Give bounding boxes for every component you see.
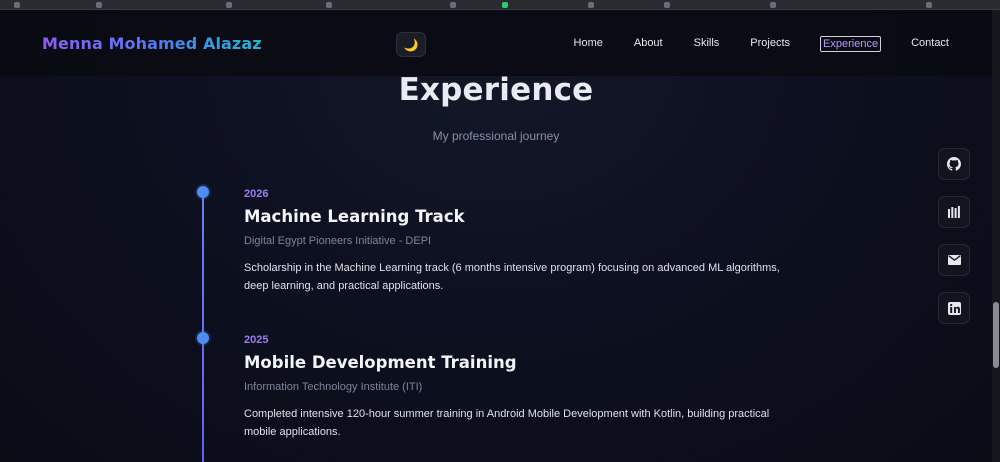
tab-favicon-icon bbox=[226, 2, 232, 8]
timeline-dot bbox=[197, 186, 209, 198]
experience-organization: Digital Egypt Pioneers Initiative - DEPI bbox=[244, 235, 432, 247]
moon-icon: 🌙 bbox=[403, 37, 419, 52]
tab-favicon-icon bbox=[926, 2, 932, 8]
scrollbar-thumb[interactable] bbox=[993, 302, 999, 368]
portfolio-page: Menna Mohamed Alazaz 🌙 Home About Skills… bbox=[0, 10, 992, 462]
tab-favicon-icon bbox=[664, 2, 670, 8]
experience-year: 2025 bbox=[244, 334, 269, 346]
kaggle-link[interactable] bbox=[938, 196, 970, 228]
kaggle-icon bbox=[948, 206, 960, 218]
experience-item: 2025 Mobile Development Training Informa… bbox=[244, 334, 784, 441]
tab-favicon-icon bbox=[14, 2, 20, 8]
nav-link-skills[interactable]: Skills bbox=[693, 36, 721, 52]
experience-year: 2026 bbox=[244, 188, 269, 200]
linkedin-icon bbox=[947, 301, 961, 315]
tab-favicon-icon bbox=[770, 2, 776, 8]
experience-description: Completed intensive 120-hour summer trai… bbox=[244, 408, 770, 438]
timeline-dot bbox=[197, 332, 209, 344]
nav-link-contact[interactable]: Contact bbox=[910, 36, 950, 52]
experience-item: 2026 Machine Learning Track Digital Egyp… bbox=[244, 188, 784, 295]
tab-favicon-icon bbox=[588, 2, 594, 8]
timeline-line bbox=[202, 193, 204, 462]
navbar: Menna Mohamed Alazaz 🌙 Home About Skills… bbox=[0, 10, 992, 76]
nav-links: Home About Skills Projects Experience Co… bbox=[544, 36, 950, 52]
tab-favicon-icon bbox=[326, 2, 332, 8]
email-icon bbox=[947, 255, 961, 265]
tab-favicon-icon bbox=[96, 2, 102, 8]
experience-title: Machine Learning Track bbox=[244, 207, 465, 226]
github-icon bbox=[947, 157, 961, 171]
experience-description: Scholarship in the Machine Learning trac… bbox=[244, 262, 780, 292]
brand-logo[interactable]: Menna Mohamed Alazaz bbox=[42, 34, 262, 53]
github-link[interactable] bbox=[938, 148, 970, 180]
linkedin-link[interactable] bbox=[938, 292, 970, 324]
theme-toggle-button[interactable]: 🌙 bbox=[396, 32, 426, 57]
nav-link-home[interactable]: Home bbox=[573, 36, 604, 52]
tab-favicon-icon bbox=[502, 2, 508, 8]
nav-link-projects[interactable]: Projects bbox=[749, 36, 791, 52]
email-link[interactable] bbox=[938, 244, 970, 276]
section-title: Experience bbox=[398, 72, 594, 108]
browser-tab-strip bbox=[0, 0, 1000, 10]
nav-link-experience[interactable]: Experience bbox=[820, 36, 882, 52]
section-subtitle: My professional journey bbox=[432, 129, 560, 143]
page-scrollbar[interactable] bbox=[992, 10, 1000, 462]
tab-favicon-icon bbox=[450, 2, 456, 8]
experience-title: Mobile Development Training bbox=[244, 353, 517, 372]
nav-link-about[interactable]: About bbox=[633, 36, 664, 52]
experience-organization: Information Technology Institute (ITI) bbox=[244, 381, 423, 393]
